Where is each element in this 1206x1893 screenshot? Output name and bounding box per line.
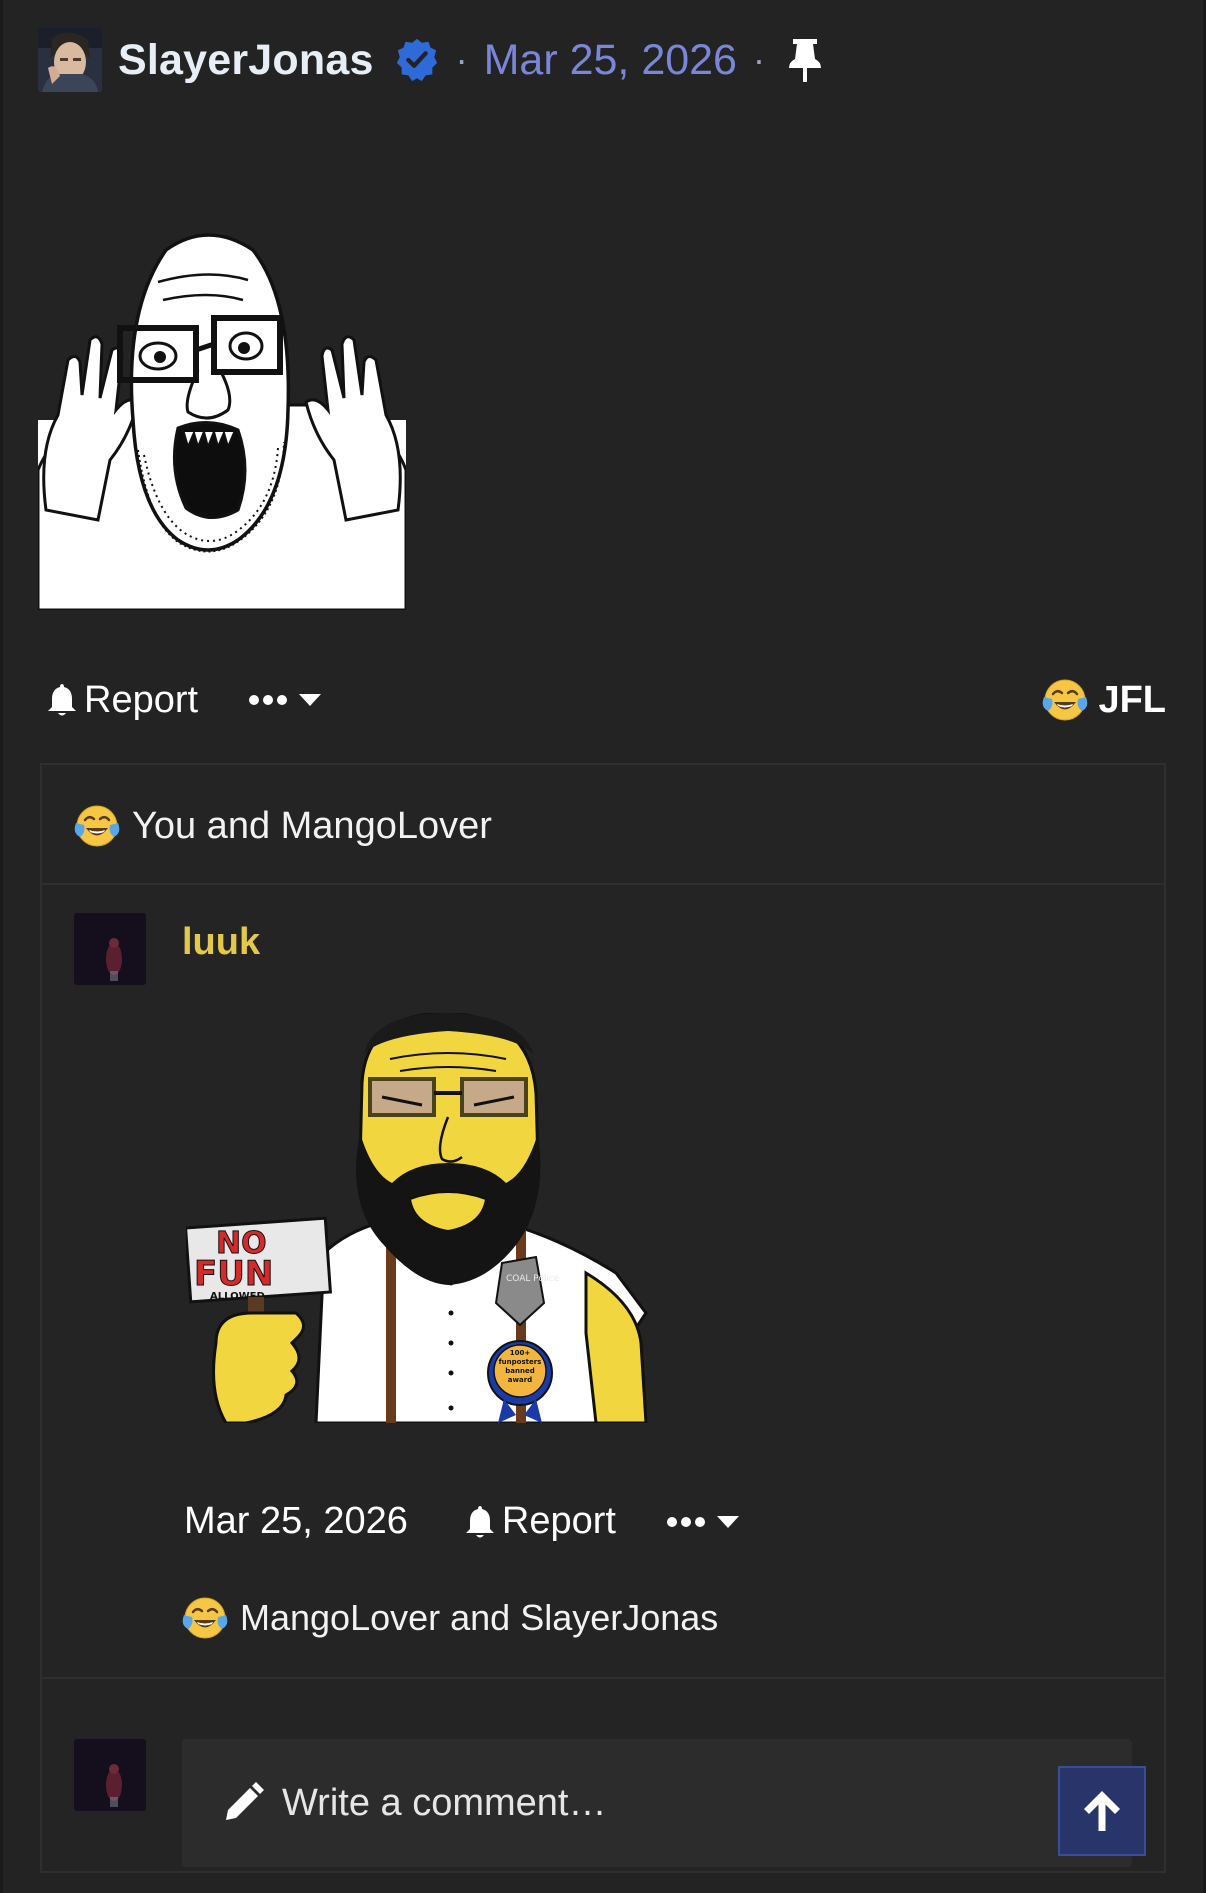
post-reactors-list[interactable]: You and MangoLover bbox=[74, 803, 492, 849]
commenter-username[interactable]: luuk bbox=[182, 921, 260, 964]
author-avatar[interactable] bbox=[38, 28, 102, 92]
tears-of-joy-emoji-icon bbox=[1043, 679, 1088, 721]
author-username[interactable]: SlayerJonas bbox=[118, 36, 374, 85]
verified-badge-icon bbox=[396, 38, 437, 82]
caret-down-icon bbox=[716, 1515, 739, 1528]
bell-icon bbox=[465, 1505, 494, 1537]
report-button[interactable]: Report bbox=[46, 679, 198, 722]
ribbon-text: 100+ funposters banned award bbox=[498, 1349, 542, 1384]
post-reactors-text: You and MangoLover bbox=[132, 804, 492, 847]
comment-more-options-button[interactable] bbox=[666, 1515, 740, 1529]
tears-of-joy-emoji-icon bbox=[182, 1597, 228, 1639]
comments-panel: You and MangoLover luuk NO FUN ALLOWED C… bbox=[40, 763, 1166, 1873]
post-header: SlayerJonas · Mar 25, 2026 · bbox=[38, 28, 825, 92]
post-action-row: Report JFL bbox=[46, 672, 1166, 728]
reaction-summary-button[interactable]: JFL bbox=[1042, 677, 1166, 723]
comment-action-row: Mar 25, 2026 Report bbox=[184, 1500, 740, 1543]
comment-reactors-text: MangoLover and SlayerJonas bbox=[240, 1597, 719, 1638]
tears-of-joy-emoji-icon bbox=[74, 805, 120, 847]
comment-input-placeholder: Write a comment… bbox=[282, 1781, 607, 1824]
post-date-link[interactable]: Mar 25, 2026 bbox=[484, 36, 737, 85]
header-separator: · bbox=[455, 39, 468, 80]
header-separator-2: · bbox=[752, 39, 765, 80]
bell-icon bbox=[48, 684, 76, 716]
post-image-soyjak[interactable] bbox=[36, 220, 408, 612]
more-options-button[interactable] bbox=[248, 693, 322, 707]
sign-fun-text: FUN bbox=[194, 1254, 273, 1294]
divider bbox=[42, 1677, 1164, 1679]
comment-report-button[interactable]: Report bbox=[464, 1500, 616, 1543]
badge-text: COAL Police bbox=[506, 1274, 560, 1284]
comment-image-soyjak[interactable]: NO FUN ALLOWED COAL Police 100+ funposte… bbox=[183, 1011, 666, 1425]
arrow-up-icon bbox=[1084, 1791, 1120, 1831]
scroll-to-top-button[interactable] bbox=[1058, 1766, 1146, 1856]
pin-icon bbox=[788, 39, 821, 82]
comment-reactors-list[interactable]: MangoLover and SlayerJonas bbox=[182, 1595, 718, 1641]
ellipsis-icon bbox=[249, 695, 288, 705]
comment-date-link[interactable]: Mar 25, 2026 bbox=[184, 1500, 408, 1543]
commenter-avatar[interactable] bbox=[74, 913, 146, 985]
reply-composer: Write a comment… bbox=[42, 1709, 1164, 1867]
comment-report-label: Report bbox=[501, 1500, 616, 1542]
caret-down-icon bbox=[299, 694, 322, 706]
comment-item: luuk NO FUN ALLOWED COAL Police 100+ fun… bbox=[42, 883, 1164, 1443]
ellipsis-icon bbox=[666, 1516, 705, 1527]
pencil-icon bbox=[226, 1782, 264, 1820]
current-user-avatar[interactable] bbox=[74, 1739, 146, 1811]
reaction-summary-label: JFL bbox=[1098, 678, 1166, 721]
comment-input[interactable]: Write a comment… bbox=[182, 1739, 1132, 1867]
report-label: Report bbox=[84, 678, 199, 721]
